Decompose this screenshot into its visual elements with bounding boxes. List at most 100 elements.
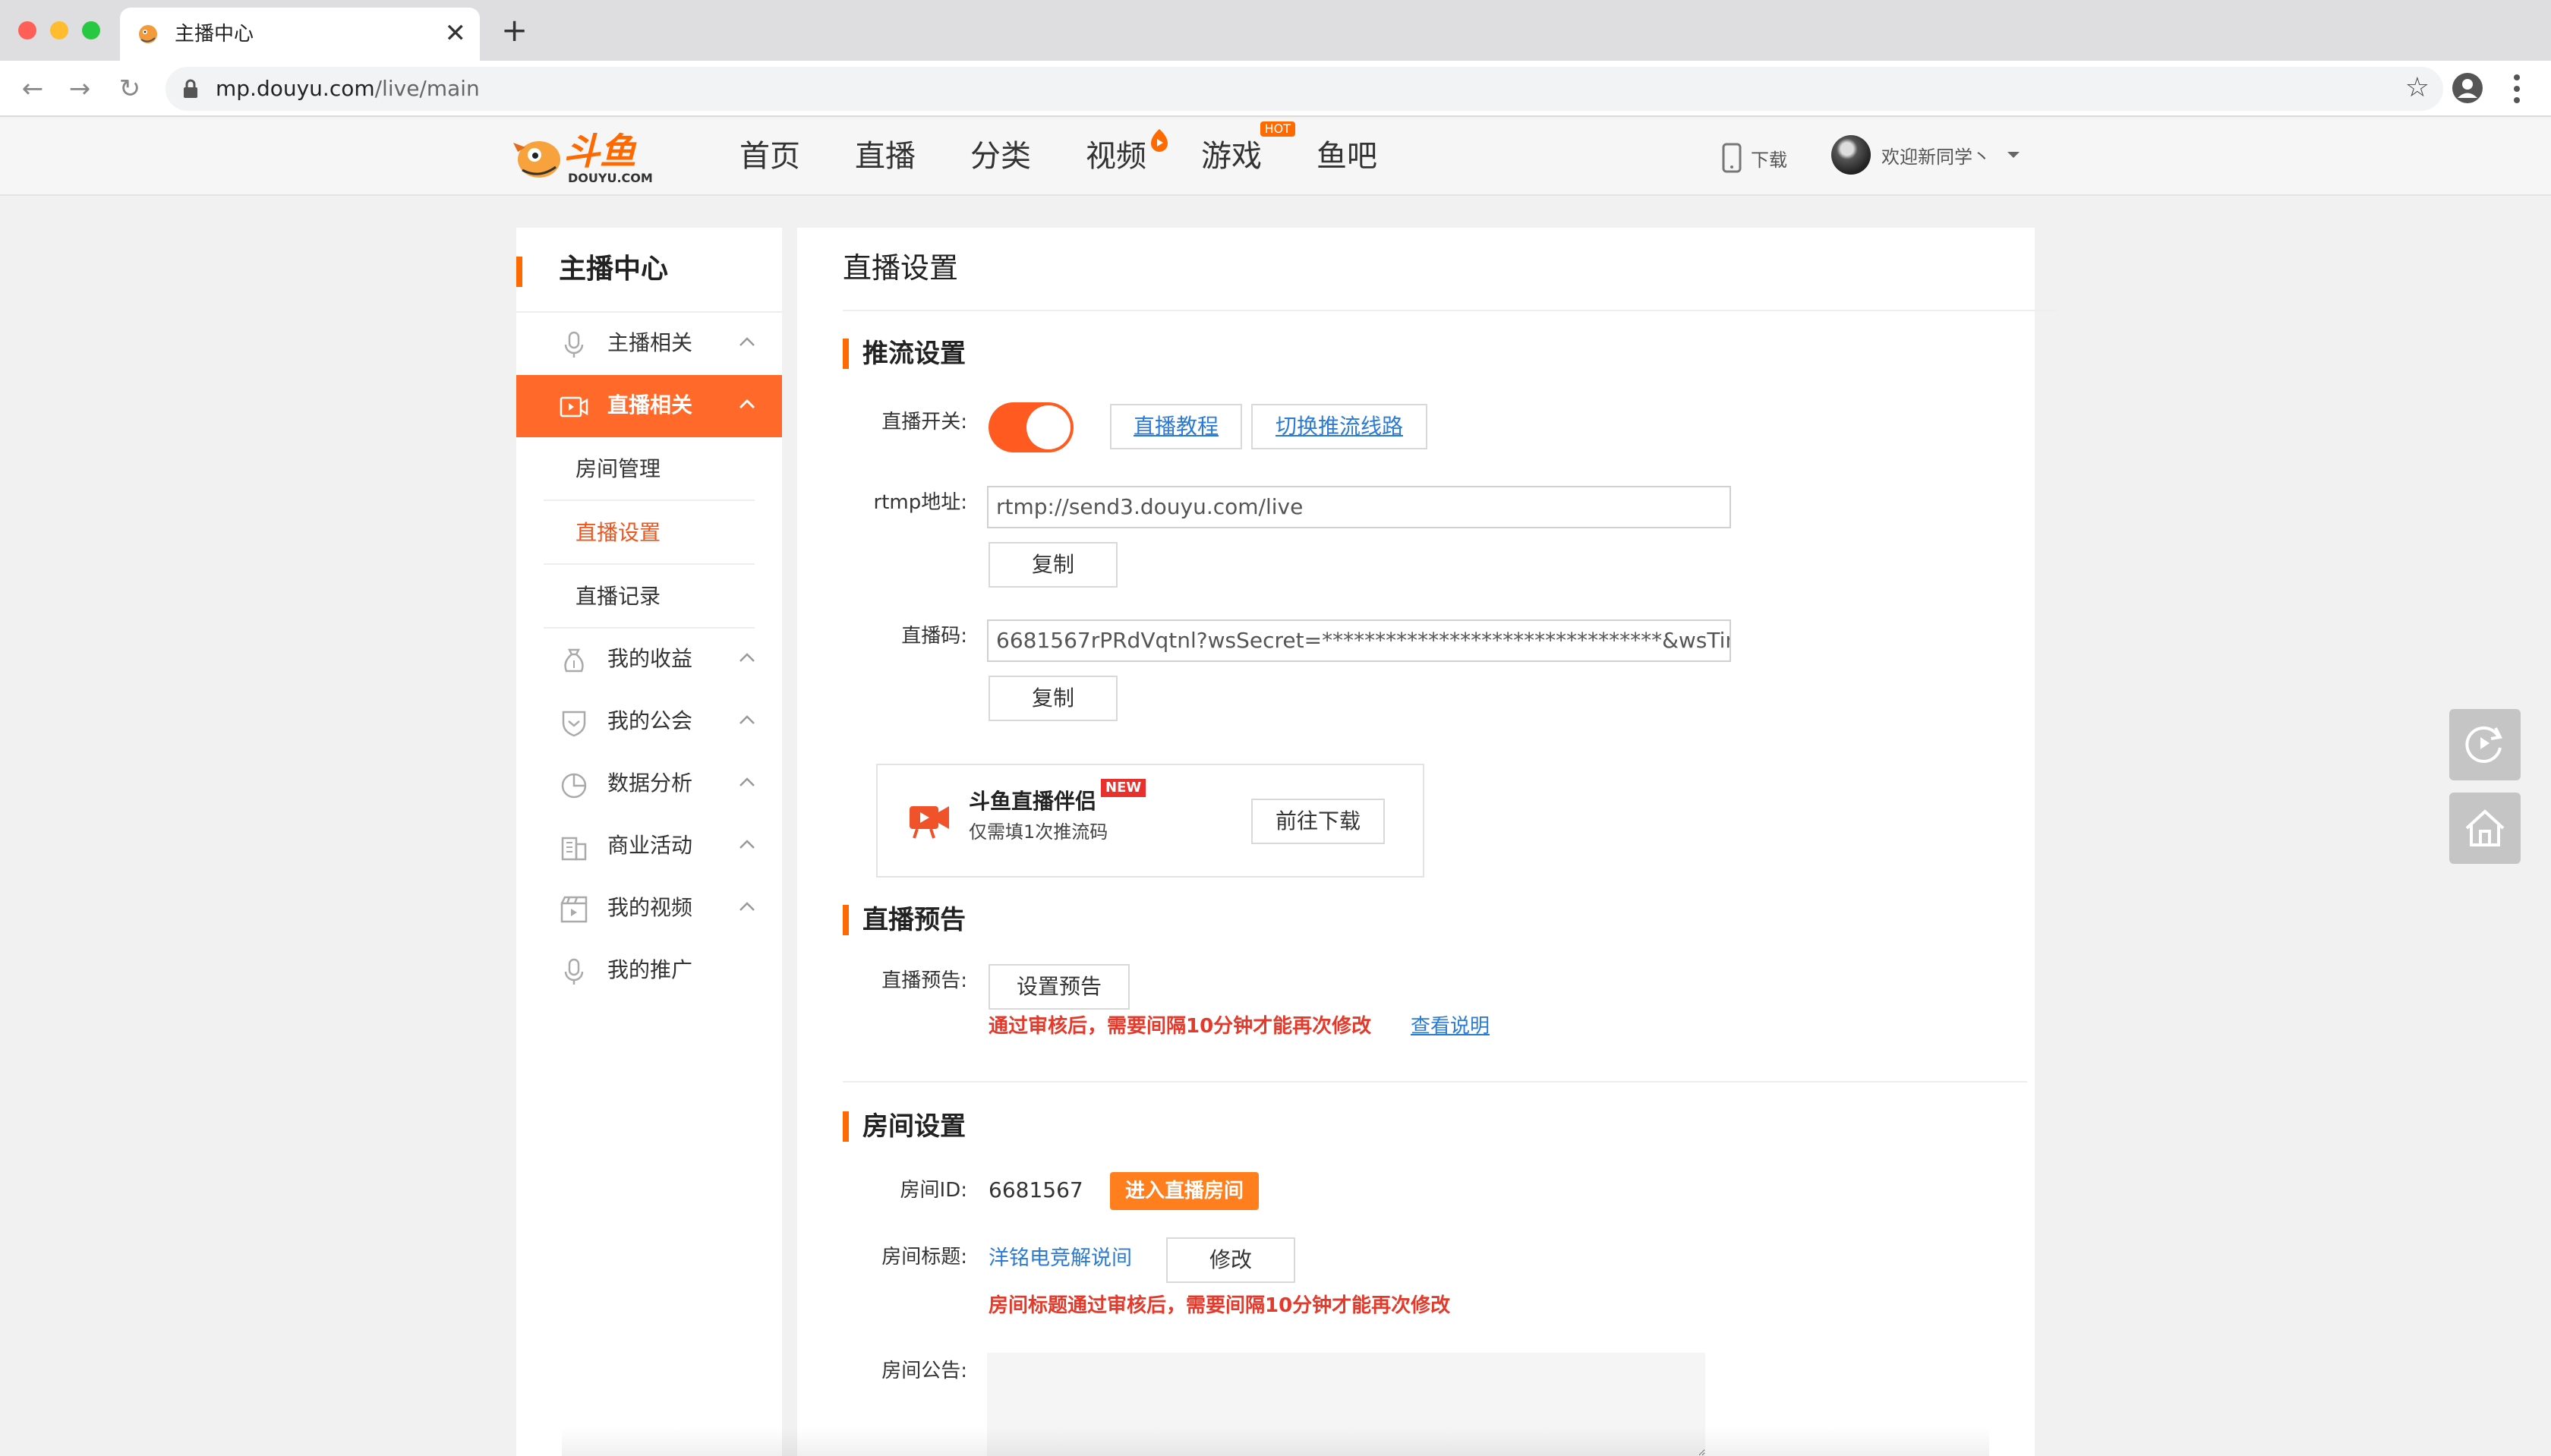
nav-category[interactable]: 分类 [970, 135, 1031, 178]
reload-icon[interactable]: ↻ [112, 71, 147, 106]
edit-title-button[interactable]: 修改 [1166, 1237, 1295, 1283]
sidebar-subitem-live-records[interactable]: 直播记录 [544, 565, 755, 629]
main-nav: 首页 直播 分类 视频 游戏 HOT 鱼吧 [739, 121, 1432, 178]
sidebar-item-live[interactable]: 直播相关 [516, 375, 782, 437]
rtmp-address-field[interactable]: rtmp://send3.douyu.com/live [987, 486, 1731, 528]
nav-games-label: 游戏 [1201, 139, 1262, 174]
promo-app-name: 斗鱼直播伴侣 [969, 789, 1097, 814]
title-divider [843, 310, 2058, 311]
sidebar-item-business[interactable]: 商业活动 [516, 815, 782, 878]
money-bag-icon [564, 648, 584, 673]
nav-video-label: 视频 [1086, 139, 1146, 174]
sidebar-subitem-label: 房间管理 [575, 456, 661, 481]
back-arrow-icon[interactable]: ← [15, 71, 50, 106]
room-title-label: 房间标题: [881, 1246, 967, 1268]
section-accent [843, 339, 849, 369]
sidebar-subitem-room-manage[interactable]: 房间管理 [544, 437, 755, 501]
sidebar-item-guild[interactable]: 我的公会 [516, 691, 782, 753]
nav-fishbar[interactable]: 鱼吧 [1316, 135, 1377, 178]
preview-section-header: 直播预告 [843, 902, 966, 938]
sidebar-item-analytics[interactable]: 数据分析 [516, 753, 782, 815]
browser-menu-icon[interactable] [2505, 70, 2528, 108]
chevron-up-icon [739, 840, 755, 849]
new-badge: NEW [1101, 779, 1146, 797]
chevron-up-icon [739, 777, 755, 786]
view-help-link[interactable]: 查看说明 [1411, 1011, 1490, 1042]
live-switch-label: 直播开关: [881, 411, 967, 433]
fire-badge-icon [1151, 129, 1168, 152]
sidebar-item-label: 我的收益 [607, 646, 693, 671]
live-video-icon [560, 396, 588, 418]
minimize-window-button[interactable] [50, 21, 68, 39]
section-title: 推流设置 [862, 339, 966, 369]
chevron-up-icon [739, 337, 755, 346]
room-notice-label: 房间公告: [881, 1360, 967, 1382]
promo-subtitle: 仅需填1次推流码 [969, 821, 1108, 843]
phone-icon [1722, 143, 1742, 173]
float-replay-button[interactable] [2449, 709, 2521, 780]
section-accent [843, 1111, 849, 1142]
chevron-up-icon [739, 653, 755, 662]
download-link[interactable]: 下载 [1722, 143, 1787, 173]
browser-tab[interactable]: 主播中心 ✕ [120, 8, 480, 61]
new-tab-button[interactable]: + [501, 14, 528, 47]
douyu-logo[interactable]: 斗鱼 DOUYU.COM [513, 129, 656, 187]
url-host: mp.douyu.com [216, 76, 375, 101]
bookmark-star-icon[interactable]: ☆ [2405, 73, 2430, 103]
douyu-favicon-icon [139, 25, 157, 43]
clapperboard-icon [560, 896, 588, 923]
sidebar-subitem-label: 直播设置 [575, 520, 661, 545]
browser-tab-bar: 主播中心 ✕ + [0, 0, 2551, 61]
footer-shadow [562, 1427, 1989, 1456]
sidebar-item-videos[interactable]: 我的视频 [516, 878, 782, 940]
sidebar-item-anchor[interactable]: 主播相关 [516, 313, 782, 375]
live-switch-toggle[interactable] [989, 402, 1074, 452]
logo-text: 斗鱼 [563, 131, 637, 173]
tab-close-icon[interactable]: ✕ [445, 18, 467, 49]
address-bar[interactable]: mp.douyu.com/live/main ☆ [166, 67, 2443, 111]
nav-live[interactable]: 直播 [855, 135, 916, 178]
sidebar-item-earnings[interactable]: 我的收益 [516, 629, 782, 691]
hot-badge: HOT [1260, 121, 1295, 137]
sidebar: 主播中心 主播相关 直播相关 房间管理 直播设置 直播记录 我的收益 我的公会 … [516, 228, 782, 1456]
nav-home[interactable]: 首页 [739, 135, 800, 178]
download-companion-button[interactable]: 前往下载 [1251, 799, 1385, 844]
copy-rtmp-button[interactable]: 复制 [989, 542, 1118, 588]
section-title: 房间设置 [862, 1111, 966, 1142]
site-header: 斗鱼 DOUYU.COM 首页 直播 分类 视频 游戏 HOT 鱼吧 下载 欢迎… [0, 118, 2551, 196]
enter-room-button[interactable]: 进入直播房间 [1110, 1172, 1260, 1210]
set-preview-button[interactable]: 设置预告 [989, 964, 1130, 1010]
building-icon [561, 837, 587, 861]
profile-icon[interactable] [2451, 71, 2484, 105]
page-title: 直播设置 [843, 251, 959, 285]
user-menu[interactable]: 欢迎新同学丶 [1831, 135, 2021, 175]
lock-icon [184, 79, 197, 98]
home-icon [2465, 809, 2505, 846]
chevron-up-icon [739, 902, 755, 911]
sidebar-subitem-live-settings[interactable]: 直播设置 [544, 501, 755, 565]
close-window-button[interactable] [18, 21, 36, 39]
sidebar-item-label: 直播相关 [607, 392, 693, 418]
float-home-button[interactable] [2449, 793, 2521, 864]
live-companion-promo: 斗鱼直播伴侣 NEW 仅需填1次推流码 前往下载 [876, 764, 1424, 878]
switch-route-button[interactable]: 切换推流线路 [1251, 404, 1427, 449]
sidebar-item-promotion[interactable]: 我的推广 [516, 940, 782, 1002]
chevron-up-icon [739, 399, 755, 409]
stream-section-header: 推流设置 [843, 336, 966, 372]
nav-games[interactable]: 游戏 HOT [1201, 121, 1295, 178]
maximize-window-button[interactable] [82, 21, 100, 39]
guild-shield-icon [562, 711, 586, 737]
copy-code-button[interactable]: 复制 [989, 676, 1118, 721]
forward-arrow-icon[interactable]: → [62, 71, 97, 106]
sidebar-item-label: 主播相关 [607, 330, 693, 355]
video-camera-icon [910, 806, 949, 839]
stream-code-field[interactable]: 6681567rPRdVqtnl?wsSecret=**************… [987, 619, 1731, 662]
room-title-value[interactable]: 洋铭电竞解说间 [989, 1243, 1132, 1274]
live-tutorial-button[interactable]: 直播教程 [1110, 404, 1242, 449]
logo-subtext: DOUYU.COM [568, 171, 653, 185]
download-label: 下载 [1751, 149, 1787, 171]
sidebar-item-label: 我的公会 [607, 708, 693, 733]
avatar [1831, 135, 1871, 175]
microphone-icon [564, 331, 584, 358]
nav-video[interactable]: 视频 [1086, 129, 1168, 178]
